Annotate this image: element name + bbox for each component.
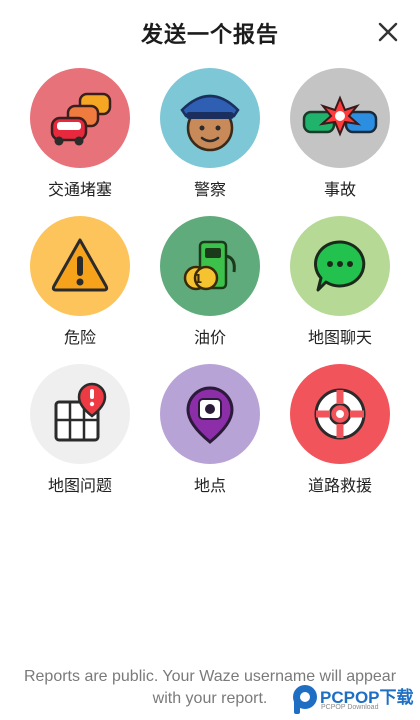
gas-prices-circle: 1 <box>160 216 260 316</box>
report-accident-button[interactable]: 事故 <box>280 68 400 208</box>
label-map-chat: 地图聊天 <box>307 328 372 347</box>
hazard-circle <box>30 216 130 316</box>
place-icon <box>186 386 234 444</box>
gas-prices-icon: 1 <box>183 240 236 291</box>
map-issue-icon <box>54 382 107 442</box>
report-traffic-jam-button[interactable]: 交通堵塞 <box>20 68 140 208</box>
label-map-issue: 地图问题 <box>47 476 112 495</box>
label-roadside-help: 道路救援 <box>307 476 372 495</box>
label-place: 地点 <box>193 476 226 495</box>
report-hazard-button[interactable]: 危险 <box>20 216 140 356</box>
label-traffic-jam: 交通堵塞 <box>47 180 112 199</box>
label-gas-prices: 油价 <box>193 328 226 347</box>
report-map-chat-button[interactable]: 地图聊天 <box>280 216 400 356</box>
police-circle <box>160 68 260 168</box>
report-map-issue-button[interactable]: 地图问题 <box>20 364 140 504</box>
accident-icon <box>302 95 378 137</box>
report-police-button[interactable]: 警察 <box>150 68 270 208</box>
label-hazard: 危险 <box>63 328 96 347</box>
accident-circle <box>290 68 390 168</box>
pcpop-logo-icon <box>293 685 317 714</box>
map-issue-circle <box>30 364 130 464</box>
label-accident: 事故 <box>323 180 356 199</box>
watermark: PCPOP下载 PCPOP Download <box>290 680 418 718</box>
map-chat-circle <box>290 216 390 316</box>
svg-text:1: 1 <box>194 272 202 286</box>
header: 发送一个报告 <box>0 0 420 62</box>
hazard-icon <box>51 238 109 292</box>
report-roadside-help-button[interactable]: 道路救援 <box>280 364 400 504</box>
police-icon <box>180 94 240 152</box>
report-place-button[interactable]: 地点 <box>150 364 270 504</box>
roadside-help-circle <box>290 364 390 464</box>
place-circle <box>160 364 260 464</box>
map-chat-icon <box>314 240 366 292</box>
roadside-help-icon <box>314 388 366 440</box>
report-gas-prices-button[interactable]: 1 油价 <box>150 216 270 356</box>
traffic-jam-icon <box>50 92 112 146</box>
label-police: 警察 <box>193 180 226 199</box>
page-title: 发送一个报告 <box>140 23 279 48</box>
close-icon[interactable] <box>376 20 400 44</box>
watermark-sub: PCPOP Download <box>321 704 379 711</box>
traffic-jam-circle <box>30 68 130 168</box>
